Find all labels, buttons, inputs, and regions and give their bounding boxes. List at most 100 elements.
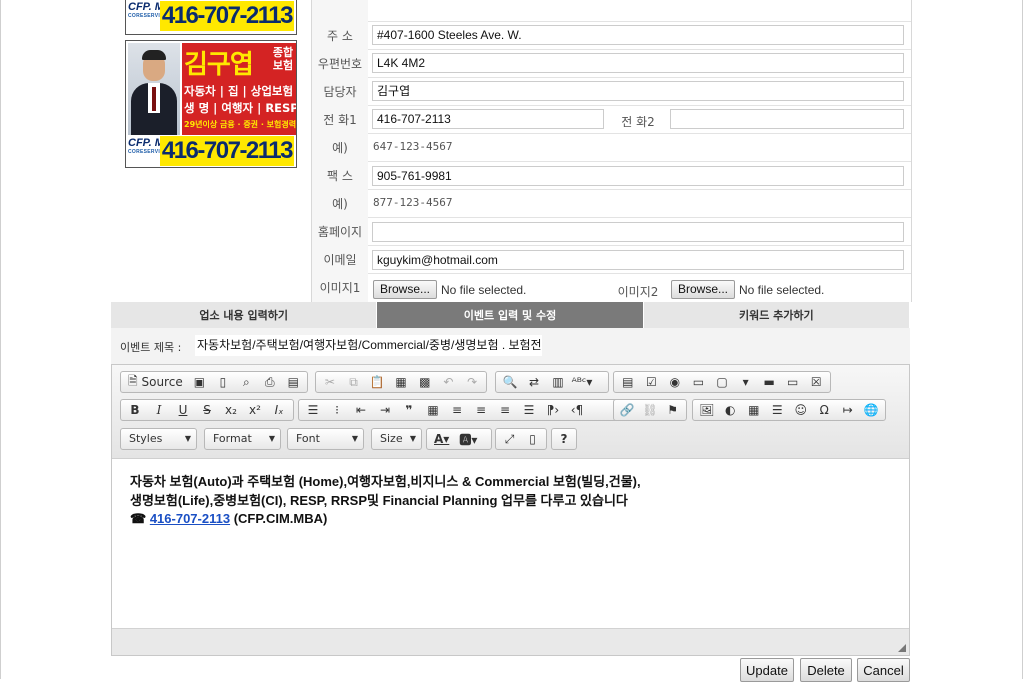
phone2-input[interactable] xyxy=(670,109,904,129)
form-label-blank xyxy=(312,0,368,21)
size-dropdown[interactable]: Size ▼ xyxy=(371,428,422,450)
special-char-icon[interactable]: Ω xyxy=(813,400,837,420)
cancel-button[interactable]: Cancel xyxy=(857,658,910,682)
templates-icon[interactable]: ▤ xyxy=(282,372,305,392)
image1-browse-button[interactable]: Browse... xyxy=(373,280,438,299)
textarea-icon[interactable]: ▢ xyxy=(710,372,734,392)
toolbar-group-colors: A▾ 🅰▾ xyxy=(426,428,492,450)
maximize-icon[interactable]: ⤢ xyxy=(498,429,521,449)
align-right-icon[interactable]: ≡ xyxy=(493,400,517,420)
undo-icon[interactable]: ↶ xyxy=(437,372,461,392)
button-field-icon[interactable]: ▬ xyxy=(757,372,781,392)
hidden-field-icon[interactable]: ☒ xyxy=(805,372,829,392)
align-left-icon[interactable]: ≡ xyxy=(445,400,469,420)
align-center-icon[interactable]: ≡ xyxy=(469,400,493,420)
new-page-icon[interactable]: ▯ xyxy=(211,372,234,392)
resize-handle-icon[interactable] xyxy=(898,644,906,652)
toolbar-group-about: ? xyxy=(551,428,577,450)
spellcheck-icon[interactable]: ᴬᴮᶜ▾ xyxy=(570,372,594,392)
cut-icon[interactable]: ✂ xyxy=(318,372,342,392)
help-icon[interactable]: ? xyxy=(554,429,574,449)
format-dropdown[interactable]: Format ▼ xyxy=(204,428,281,450)
superscript-icon[interactable]: x² xyxy=(243,400,267,420)
indent-icon[interactable]: ⇥ xyxy=(373,400,397,420)
contact-input[interactable]: 김구엽 xyxy=(372,81,904,101)
business-form: 주 소 #407-1600 Steeles Ave. W. 우편번호 L4K 4… xyxy=(311,0,912,302)
phone-link[interactable]: 416-707-2113 xyxy=(150,511,230,526)
homepage-input[interactable] xyxy=(372,222,904,242)
fax-input[interactable]: 905-761-9981 xyxy=(372,166,904,186)
redo-icon[interactable]: ↷ xyxy=(460,372,484,392)
create-div-icon[interactable]: ▦ xyxy=(421,400,445,420)
address-input[interactable]: #407-1600 Steeles Ave. W. xyxy=(372,25,904,45)
flash-icon[interactable]: ◐ xyxy=(719,400,743,420)
form-icon[interactable]: ▤ xyxy=(616,372,640,392)
italic-icon[interactable]: I xyxy=(147,400,171,420)
image2-browse-button[interactable]: Browse... xyxy=(671,280,736,299)
copy-icon[interactable]: ⧉ xyxy=(342,372,366,392)
fax-example-label: 예) xyxy=(312,189,368,217)
content-credentials: (CFP.CIM.MBA) xyxy=(233,511,328,526)
horizontal-rule-icon[interactable]: ☰ xyxy=(766,400,790,420)
smiley-icon[interactable]: ☺ xyxy=(789,400,813,420)
show-blocks-icon[interactable]: ▯ xyxy=(521,429,544,449)
checkbox-icon[interactable]: ☑ xyxy=(640,372,664,392)
select-field-icon[interactable]: ▾ xyxy=(734,372,758,392)
table-icon[interactable]: ▦ xyxy=(742,400,766,420)
paste-text-icon[interactable]: ▦ xyxy=(389,372,413,392)
tab-event-edit[interactable]: 이벤트 입력 및 수정 xyxy=(377,302,644,328)
event-title-label: 이벤트 제목 : xyxy=(120,341,182,354)
strike-icon[interactable]: S xyxy=(195,400,219,420)
image-icon[interactable]: 🖼 xyxy=(695,400,719,420)
tab-keywords[interactable]: 키워드 추가하기 xyxy=(643,302,910,328)
ad-agent-name-suffix: 종합 보험 xyxy=(272,46,294,72)
size-dropdown-label: Size xyxy=(380,432,403,445)
bold-icon[interactable]: B xyxy=(123,400,147,420)
rtl-icon[interactable]: ‹¶ xyxy=(565,400,589,420)
numbered-list-icon[interactable]: ☰ xyxy=(301,400,325,420)
image2-label: 이미지2 xyxy=(617,285,659,299)
toolbar-group-tools: ⤢ ▯ xyxy=(495,428,547,450)
phone-example-label: 예) xyxy=(312,133,368,161)
form-row-homepage: 홈페이지 xyxy=(312,217,911,246)
save-icon[interactable]: ▣ xyxy=(188,372,211,392)
radio-icon[interactable]: ◉ xyxy=(663,372,687,392)
ltr-icon[interactable]: ⁋› xyxy=(541,400,565,420)
image-button-icon[interactable]: ▭ xyxy=(781,372,805,392)
blockquote-icon[interactable]: ❞ xyxy=(397,400,421,420)
styles-dropdown[interactable]: Styles ▼ xyxy=(120,428,197,450)
remove-format-icon[interactable]: Iₓ xyxy=(267,400,291,420)
event-title-input[interactable]: 자동차보험/주택보험/여행자보험/Commercial/중병/생명보험 . 보험… xyxy=(195,335,542,356)
link-icon[interactable]: 🔗 xyxy=(616,400,639,420)
underline-icon[interactable]: U xyxy=(171,400,195,420)
page-break-icon[interactable]: ↦ xyxy=(836,400,860,420)
bg-color-icon[interactable]: 🅰▾ xyxy=(454,429,482,449)
align-justify-icon[interactable]: ☰ xyxy=(517,400,541,420)
editor-content[interactable]: 자동차 보험(Auto)과 주택보험 (Home),여행자보험,비지니스 & C… xyxy=(130,473,641,529)
postal-input[interactable]: L4K 4M2 xyxy=(372,53,904,73)
preview-icon[interactable]: ⌕ xyxy=(235,372,258,392)
select-all-icon[interactable]: ▥ xyxy=(546,372,570,392)
print-icon[interactable]: ⎙ xyxy=(258,372,281,392)
text-color-icon[interactable]: A▾ xyxy=(429,429,454,449)
delete-button[interactable]: Delete xyxy=(800,658,852,682)
tab-business-info[interactable]: 업소 내용 입력하기 xyxy=(111,302,378,328)
paste-icon[interactable]: 📋 xyxy=(365,372,389,392)
anchor-icon[interactable]: ⚑ xyxy=(661,400,684,420)
source-button[interactable]: 🗎 Source xyxy=(123,372,188,392)
font-dropdown[interactable]: Font ▼ xyxy=(287,428,364,450)
iframe-icon[interactable]: 🌐 xyxy=(860,400,884,420)
unlink-icon[interactable]: ⛓ xyxy=(639,400,662,420)
phone1-input[interactable]: 416-707-2113 xyxy=(372,109,604,129)
form-row-fax-example: 예) 877-123-4567 xyxy=(312,189,911,218)
email-input[interactable]: kguykim@hotmail.com xyxy=(372,250,904,270)
find-icon[interactable]: 🔍 xyxy=(498,372,522,392)
replace-icon[interactable]: ⇄ xyxy=(522,372,546,392)
page-right-border xyxy=(1022,0,1023,679)
bulleted-list-icon[interactable]: ⁝ xyxy=(325,400,349,420)
outdent-icon[interactable]: ⇤ xyxy=(349,400,373,420)
textfield-icon[interactable]: ▭ xyxy=(687,372,711,392)
subscript-icon[interactable]: x₂ xyxy=(219,400,243,420)
paste-word-icon[interactable]: ▩ xyxy=(413,372,437,392)
update-button[interactable]: Update xyxy=(740,658,794,682)
